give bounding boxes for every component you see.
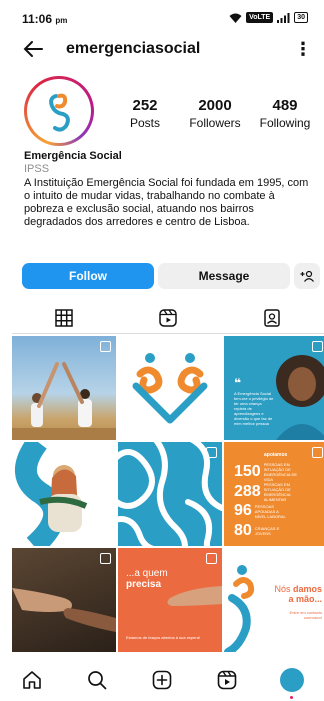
post-tile[interactable]: [12, 442, 116, 546]
message-button[interactable]: Message: [158, 263, 290, 289]
nav-create[interactable]: [149, 667, 175, 693]
notification-dot: [289, 695, 293, 699]
status-icons: VoLTE 30: [229, 12, 308, 23]
nav-profile[interactable]: [279, 667, 305, 699]
stat-value: 489: [272, 97, 298, 114]
tab-reels[interactable]: [116, 302, 220, 334]
post-tile[interactable]: Nós damos a mão... Entre em contacto con…: [224, 548, 324, 652]
stat-number: 150: [234, 463, 261, 480]
post-title-line: Nós: [274, 584, 291, 594]
grid-icon: [55, 308, 73, 327]
nav-reels[interactable]: [214, 667, 240, 693]
stat-row: 96 PESSOAS APOIADAS A NÍVEL LABORAL: [234, 502, 291, 520]
profile-name: Emergência Social: [24, 150, 122, 162]
reel-indicator-icon: [206, 553, 217, 564]
tagged-icon: [264, 309, 280, 327]
post-thumbnail: [14, 442, 88, 546]
profile-category: IPSS: [24, 163, 50, 175]
post-tile[interactable]: [12, 548, 116, 652]
status-time-value: 11:06: [22, 12, 53, 26]
stat-row: 80 CRIANÇAS E JOVENS: [234, 522, 291, 540]
post-badge: apoiamos: [264, 452, 288, 458]
bio-text: A Instituição Emergência Social foi fund…: [24, 177, 309, 228]
post-thumbnail: [132, 353, 208, 424]
reel-indicator-icon: [312, 341, 323, 352]
post-tile[interactable]: [12, 336, 116, 440]
stat-label: Following: [259, 116, 311, 130]
stat-value: 2000: [198, 97, 232, 114]
stat-row: 150 PESSOAS EM SITUAÇÃO DE EMERGÊNCIA DE…: [234, 462, 300, 482]
reel-indicator-icon: [206, 447, 217, 458]
stat-caption: PESSOAS APOIADAS A NÍVEL LABORAL: [254, 503, 286, 519]
stat-number: 96: [234, 502, 252, 519]
story-ring[interactable]: [24, 76, 94, 146]
post-title-line: a mão...: [288, 594, 322, 604]
stat-value: 252: [132, 97, 158, 114]
suggested-users-button[interactable]: [294, 263, 320, 289]
post-tile[interactable]: [118, 442, 222, 546]
battery-icon: 30: [294, 12, 308, 23]
profile-bio: Emergência Social IPSS A Instituição Eme…: [24, 150, 314, 229]
post-tile[interactable]: [118, 336, 222, 440]
reel-indicator-icon: [100, 341, 111, 352]
add-person-icon: [300, 270, 314, 282]
post-tile[interactable]: ❝ A Emergência Social tem-me o privilégi…: [224, 336, 324, 440]
stat-followers[interactable]: 2000 Followers: [180, 97, 250, 130]
profile-avatar-small: [279, 667, 304, 692]
post-tile[interactable]: ...a quem precisa Estamos de braços aber…: [118, 548, 222, 652]
stat-row: 288 PESSOAS EM SITUAÇÃO DE EMERGÊNCIA AL…: [234, 482, 300, 502]
post-tile[interactable]: apoiamos 150 PESSOAS EM SITUAÇÃO DE EMER…: [224, 442, 324, 546]
status-time-ampm: pm: [55, 16, 68, 25]
reel-indicator-icon: [312, 447, 323, 458]
profile-avatar: [30, 82, 88, 140]
stat-label: Posts: [129, 116, 160, 130]
profile-tabs: [12, 302, 324, 334]
add-post-icon: [152, 670, 172, 689]
stat-following[interactable]: 489 Following: [250, 97, 320, 130]
home-icon: [23, 670, 42, 689]
stat-number: 288: [234, 483, 261, 500]
stat-posts[interactable]: 252 Posts: [110, 97, 180, 130]
tab-tagged[interactable]: [220, 302, 324, 334]
signal-icon: [277, 12, 290, 23]
post-subtitle: Entre em contacto connosco!: [289, 610, 322, 620]
post-quote-text: A Emergência Social tem-me o privilégio …: [234, 391, 274, 426]
reel-indicator-icon: [100, 553, 111, 564]
tab-posts[interactable]: [12, 302, 116, 334]
stat-number: 80: [234, 522, 252, 539]
post-footer-text: Estamos de braços abertos à sua espera!: [126, 635, 201, 640]
nav-home[interactable]: [19, 667, 45, 693]
volte-badge: VoLTE: [246, 12, 274, 23]
follow-button[interactable]: Follow: [22, 263, 154, 289]
bottom-navigation: [0, 658, 324, 701]
stat-caption: PESSOAS EM SITUAÇÃO DE EMERGÊNCIA DE VID…: [263, 462, 298, 482]
more-options-icon[interactable]: ⋮: [294, 38, 312, 60]
post-title-line: damos: [292, 584, 322, 594]
profile-username: emergenciasocial: [66, 40, 201, 57]
tabs-divider: [12, 333, 324, 334]
stat-caption: PESSOAS EM SITUAÇÃO DE EMERGÊNCIA ALIMEN…: [263, 482, 291, 502]
quote-icon: ❝: [234, 376, 242, 390]
posts-grid: ❝ A Emergência Social tem-me o privilégi…: [12, 336, 324, 652]
wifi-icon: [229, 13, 242, 23]
profile-stats: 252 Posts 2000 Followers 489 Following: [110, 97, 320, 130]
stat-caption: CRIANÇAS E JOVENS: [254, 526, 280, 536]
nav-search[interactable]: [84, 667, 110, 693]
profile-actions: Follow Message: [22, 263, 320, 289]
search-icon: [88, 670, 107, 689]
status-time: 11:06 pm: [22, 12, 67, 26]
profile-header: emergenciasocial ⋮: [0, 34, 324, 66]
reels-icon: [217, 670, 237, 689]
post-title: Nós damos a mão...: [274, 584, 322, 604]
status-bar: 11:06 pm VoLTE 30: [0, 0, 324, 34]
back-arrow-icon[interactable]: [22, 38, 44, 60]
stat-label: Followers: [189, 116, 241, 130]
reels-icon: [159, 309, 177, 327]
